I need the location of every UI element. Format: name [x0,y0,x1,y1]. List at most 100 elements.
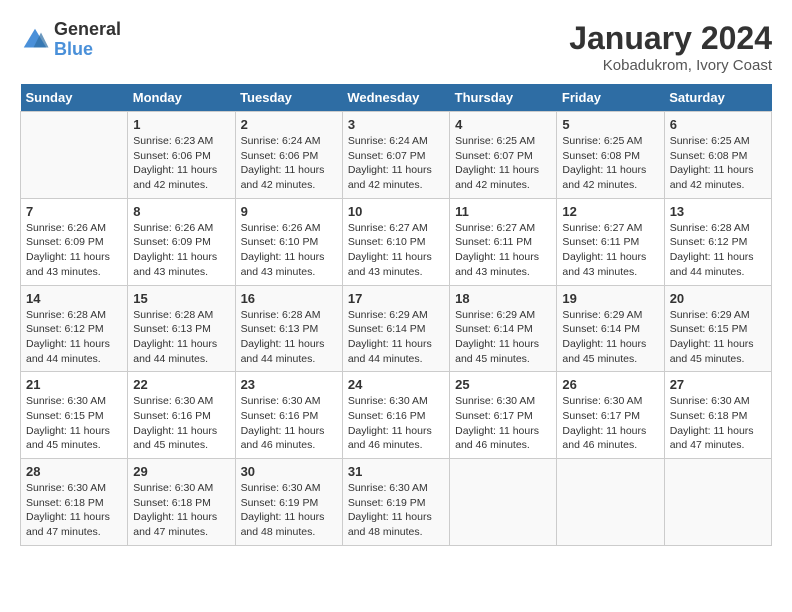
header-cell-wednesday: Wednesday [342,84,449,112]
day-cell [450,459,557,546]
day-number: 16 [241,291,337,306]
calendar-table: SundayMondayTuesdayWednesdayThursdayFrid… [20,84,772,546]
day-info: Sunrise: 6:30 AMSunset: 6:19 PMDaylight:… [348,481,444,540]
day-number: 13 [670,204,766,219]
day-info: Sunrise: 6:30 AMSunset: 6:18 PMDaylight:… [26,481,122,540]
day-number: 20 [670,291,766,306]
day-cell: 7 Sunrise: 6:26 AMSunset: 6:09 PMDaylight… [21,198,128,285]
title-area: January 2024 Kobadukrom, Ivory Coast [569,20,772,74]
day-cell: 15Sunrise: 6:28 AMSunset: 6:13 PMDayligh… [128,285,235,372]
day-cell: 12 Sunrise: 6:27 AMSunset: 6:11 PMDayligh… [557,198,664,285]
day-cell: 11 Sunrise: 6:27 AMSunset: 6:11 PMDayligh… [450,198,557,285]
day-info: Sunrise: 6:29 AMSunset: 6:14 PMDaylight:… [455,308,551,367]
day-number: 23 [241,377,337,392]
page-header: General Blue January 2024 Kobadukrom, Iv… [20,20,772,74]
day-cell: 30 Sunrise: 6:30 AMSunset: 6:19 PMDayligh… [235,459,342,546]
day-info: Sunrise: 6:27 AMSunset: 6:11 PMDaylight:… [455,221,551,280]
logo: General Blue [20,20,121,60]
main-title: January 2024 [569,20,772,57]
day-info: Sunrise: 6:30 AMSunset: 6:19 PMDaylight:… [241,481,337,540]
subtitle: Kobadukrom, Ivory Coast [569,57,772,74]
day-info: Sunrise: 6:29 AMSunset: 6:14 PMDaylight:… [348,308,444,367]
day-cell: 1 Sunrise: 6:23 AMSunset: 6:06 PMDaylight… [128,112,235,199]
day-info: Sunrise: 6:25 AMSunset: 6:08 PMDaylight:… [670,134,766,193]
day-cell: 5 Sunrise: 6:25 AMSunset: 6:08 PMDaylight… [557,112,664,199]
day-info: Sunrise: 6:25 AMSunset: 6:07 PMDaylight:… [455,134,551,193]
day-number: 18 [455,291,551,306]
logo-icon [20,25,50,55]
day-cell: 16 Sunrise: 6:28 AMSunset: 6:13 PMDayligh… [235,285,342,372]
day-info: Sunrise: 6:30 AMSunset: 6:17 PMDaylight:… [562,394,658,453]
day-number: 30 [241,464,337,479]
day-info: Sunrise: 6:29 AMSunset: 6:15 PMDaylight:… [670,308,766,367]
day-number: 14 [26,291,122,306]
day-number: 24 [348,377,444,392]
day-number: 22 [133,377,229,392]
logo-text: General Blue [54,20,121,60]
day-number: 31 [348,464,444,479]
header-row: SundayMondayTuesdayWednesdayThursdayFrid… [21,84,772,112]
day-number: 25 [455,377,551,392]
header-cell-friday: Friday [557,84,664,112]
day-info: Sunrise: 6:29 AMSunset: 6:14 PMDaylight:… [562,308,658,367]
week-row-4: 21Sunrise: 6:30 AMSunset: 6:15 PMDayligh… [21,372,772,459]
day-info: Sunrise: 6:27 AMSunset: 6:11 PMDaylight:… [562,221,658,280]
day-cell: 25 Sunrise: 6:30 AMSunset: 6:17 PMDayligh… [450,372,557,459]
day-cell: 14 Sunrise: 6:28 AMSunset: 6:12 PMDayligh… [21,285,128,372]
day-number: 7 [26,204,122,219]
week-row-1: 1 Sunrise: 6:23 AMSunset: 6:06 PMDaylight… [21,112,772,199]
day-number: 5 [562,117,658,132]
day-info: Sunrise: 6:26 AMSunset: 6:09 PMDaylight:… [133,221,229,280]
day-number: 17 [348,291,444,306]
header-cell-tuesday: Tuesday [235,84,342,112]
day-cell: 24Sunrise: 6:30 AMSunset: 6:16 PMDayligh… [342,372,449,459]
day-number: 6 [670,117,766,132]
day-number: 15 [133,291,229,306]
day-info: Sunrise: 6:25 AMSunset: 6:08 PMDaylight:… [562,134,658,193]
day-number: 1 [133,117,229,132]
day-cell: 31 Sunrise: 6:30 AMSunset: 6:19 PMDayligh… [342,459,449,546]
day-cell: 13Sunrise: 6:28 AMSunset: 6:12 PMDayligh… [664,198,771,285]
day-cell: 4Sunrise: 6:25 AMSunset: 6:07 PMDaylight… [450,112,557,199]
day-info: Sunrise: 6:24 AMSunset: 6:06 PMDaylight:… [241,134,337,193]
day-info: Sunrise: 6:23 AMSunset: 6:06 PMDaylight:… [133,134,229,193]
day-info: Sunrise: 6:30 AMSunset: 6:18 PMDaylight:… [670,394,766,453]
week-row-5: 28 Sunrise: 6:30 AMSunset: 6:18 PMDayligh… [21,459,772,546]
day-info: Sunrise: 6:27 AMSunset: 6:10 PMDaylight:… [348,221,444,280]
day-info: Sunrise: 6:30 AMSunset: 6:18 PMDaylight:… [133,481,229,540]
day-number: 27 [670,377,766,392]
day-number: 26 [562,377,658,392]
day-cell: 19 Sunrise: 6:29 AMSunset: 6:14 PMDayligh… [557,285,664,372]
week-row-2: 7 Sunrise: 6:26 AMSunset: 6:09 PMDaylight… [21,198,772,285]
day-cell [21,112,128,199]
day-number: 29 [133,464,229,479]
day-cell: 28 Sunrise: 6:30 AMSunset: 6:18 PMDayligh… [21,459,128,546]
day-info: Sunrise: 6:26 AMSunset: 6:09 PMDaylight:… [26,221,122,280]
day-cell: 23 Sunrise: 6:30 AMSunset: 6:16 PMDayligh… [235,372,342,459]
day-number: 12 [562,204,658,219]
day-cell: 9Sunrise: 6:26 AMSunset: 6:10 PMDaylight… [235,198,342,285]
header-cell-saturday: Saturday [664,84,771,112]
day-number: 10 [348,204,444,219]
day-cell [557,459,664,546]
day-cell: 22 Sunrise: 6:30 AMSunset: 6:16 PMDayligh… [128,372,235,459]
day-info: Sunrise: 6:26 AMSunset: 6:10 PMDaylight:… [241,221,337,280]
day-number: 28 [26,464,122,479]
day-cell: 3Sunrise: 6:24 AMSunset: 6:07 PMDaylight… [342,112,449,199]
header-cell-sunday: Sunday [21,84,128,112]
header-cell-thursday: Thursday [450,84,557,112]
day-cell: 8Sunrise: 6:26 AMSunset: 6:09 PMDaylight… [128,198,235,285]
day-cell [664,459,771,546]
day-info: Sunrise: 6:30 AMSunset: 6:16 PMDaylight:… [133,394,229,453]
day-number: 11 [455,204,551,219]
day-cell: 6 Sunrise: 6:25 AMSunset: 6:08 PMDaylight… [664,112,771,199]
day-cell: 21Sunrise: 6:30 AMSunset: 6:15 PMDayligh… [21,372,128,459]
day-number: 19 [562,291,658,306]
day-info: Sunrise: 6:28 AMSunset: 6:12 PMDaylight:… [26,308,122,367]
week-row-3: 14 Sunrise: 6:28 AMSunset: 6:12 PMDayligh… [21,285,772,372]
day-info: Sunrise: 6:30 AMSunset: 6:16 PMDaylight:… [241,394,337,453]
day-cell: 20 Sunrise: 6:29 AMSunset: 6:15 PMDayligh… [664,285,771,372]
day-info: Sunrise: 6:28 AMSunset: 6:13 PMDaylight:… [241,308,337,367]
day-info: Sunrise: 6:30 AMSunset: 6:17 PMDaylight:… [455,394,551,453]
header-cell-monday: Monday [128,84,235,112]
